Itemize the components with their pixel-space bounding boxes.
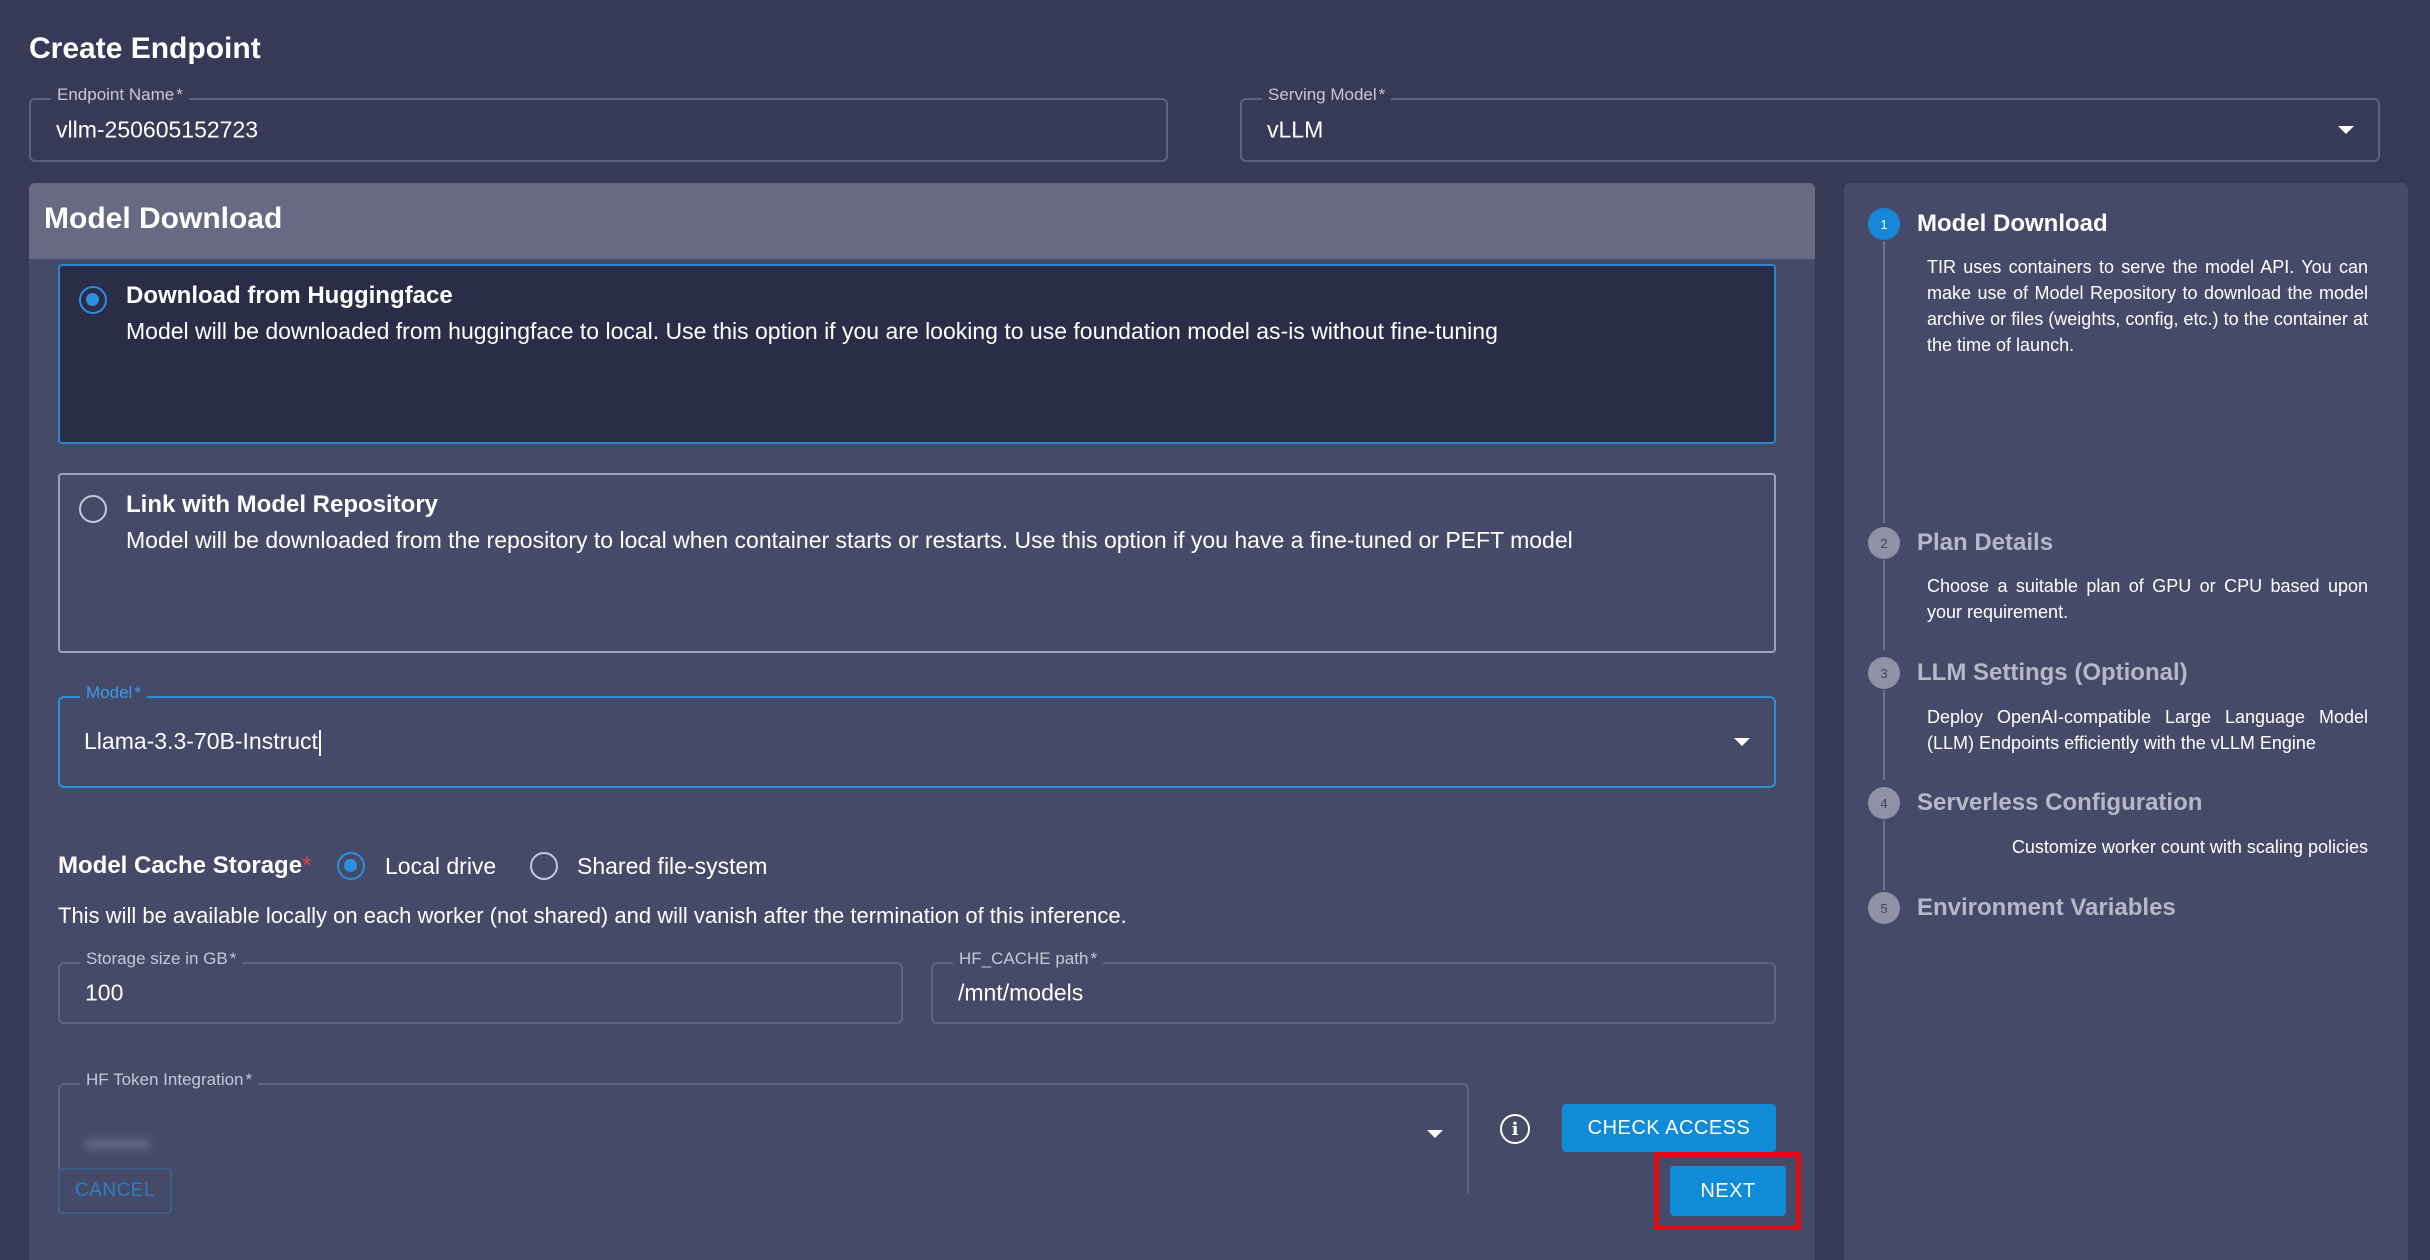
step-connector	[1883, 241, 1885, 523]
radio-link-model-repository[interactable]	[79, 495, 107, 523]
model-value: Llama-3.3-70B-Instruct	[84, 728, 321, 756]
radio-download-huggingface[interactable]	[79, 286, 107, 314]
cancel-button[interactable]: CANCEL	[58, 1168, 172, 1214]
storage-size-label: Storage size in GB *	[80, 949, 243, 969]
step-3-title: LLM Settings (Optional)	[1917, 659, 2188, 686]
endpoint-name-field[interactable]: Endpoint Name * vllm-250605152723	[29, 85, 1168, 162]
check-access-button[interactable]: CHECK ACCESS	[1562, 1104, 1776, 1152]
option-title: Link with Model Repository	[126, 491, 439, 518]
hf-token-label: HF Token Integration *	[80, 1070, 259, 1090]
step-connector	[1883, 560, 1885, 650]
endpoint-name-label: Endpoint Name *	[51, 85, 189, 105]
hf-token-select[interactable]: HF Token Integration * ••••••••	[58, 1070, 1469, 1193]
radio-shared-file-system[interactable]	[530, 852, 558, 880]
serving-model-label: Serving Model *	[1262, 85, 1392, 105]
step-4-title: Serverless Configuration	[1917, 789, 2203, 816]
chevron-down-icon[interactable]	[1734, 738, 1750, 746]
step-4-indicator: 4	[1868, 787, 1900, 819]
page-title: Create Endpoint	[29, 32, 261, 65]
hf-cache-path-field[interactable]: HF_CACHE path * /mnt/models	[931, 949, 1776, 1024]
next-button[interactable]: NEXT	[1670, 1166, 1786, 1216]
step-2-description: Choose a suitable plan of GPU or CPU bas…	[1927, 576, 2368, 622]
step-2-title: Plan Details	[1917, 529, 2054, 556]
option-description: Model will be downloaded from the reposi…	[126, 527, 1573, 553]
cache-storage-label: Model Cache Storage*	[58, 852, 312, 879]
local-drive-label[interactable]: Local drive	[385, 853, 496, 880]
step-connector	[1883, 690, 1885, 780]
hf-cache-path-value: /mnt/models	[958, 979, 1084, 1006]
model-download-title: Model Download	[44, 202, 283, 235]
step-3-description: Deploy OpenAI-compatible Large Language …	[1927, 707, 2368, 753]
model-select[interactable]: Model * Llama-3.3-70B-Instruct	[58, 683, 1776, 788]
hf-cache-path-label: HF_CACHE path *	[953, 949, 1104, 969]
info-icon[interactable]: i	[1500, 1114, 1530, 1144]
option-title: Download from Huggingface	[126, 282, 453, 309]
shared-file-system-label[interactable]: Shared file-system	[577, 853, 767, 880]
step-3-indicator: 3	[1868, 657, 1900, 689]
step-4-description: Customize worker count with scaling poli…	[2011, 837, 2368, 857]
hf-token-value: ••••••••	[85, 1131, 150, 1157]
step-5-indicator: 5	[1868, 892, 1900, 924]
step-connector	[1883, 820, 1885, 890]
model-download-header	[29, 183, 1815, 259]
chevron-down-icon[interactable]	[1427, 1130, 1443, 1138]
serving-model-value: vLLM	[1267, 116, 1324, 143]
chevron-down-icon[interactable]	[2338, 126, 2354, 134]
serving-model-select[interactable]: Serving Model * vLLM	[1240, 85, 2380, 162]
storage-size-value: 100	[85, 979, 124, 1006]
option-download-huggingface[interactable]: Download from Huggingface Model will be …	[58, 264, 1776, 444]
step-1-title: Model Download	[1917, 210, 2108, 237]
option-link-model-repository[interactable]: Link with Model Repository Model will be…	[58, 473, 1776, 653]
radio-local-drive[interactable]	[337, 852, 365, 880]
endpoint-name-value: vllm-250605152723	[56, 116, 259, 143]
cache-storage-helper: This will be available locally on each w…	[58, 903, 1127, 928]
storage-size-field[interactable]: Storage size in GB * 100	[58, 949, 903, 1024]
step-1-description: TIR uses containers to serve the model A…	[1927, 257, 2368, 355]
step-5-title: Environment Variables	[1917, 894, 2176, 921]
step-1-indicator: 1	[1868, 208, 1900, 240]
model-label: Model *	[80, 683, 147, 703]
option-description: Model will be downloaded from huggingfac…	[126, 318, 1498, 344]
step-2-indicator: 2	[1868, 527, 1900, 559]
